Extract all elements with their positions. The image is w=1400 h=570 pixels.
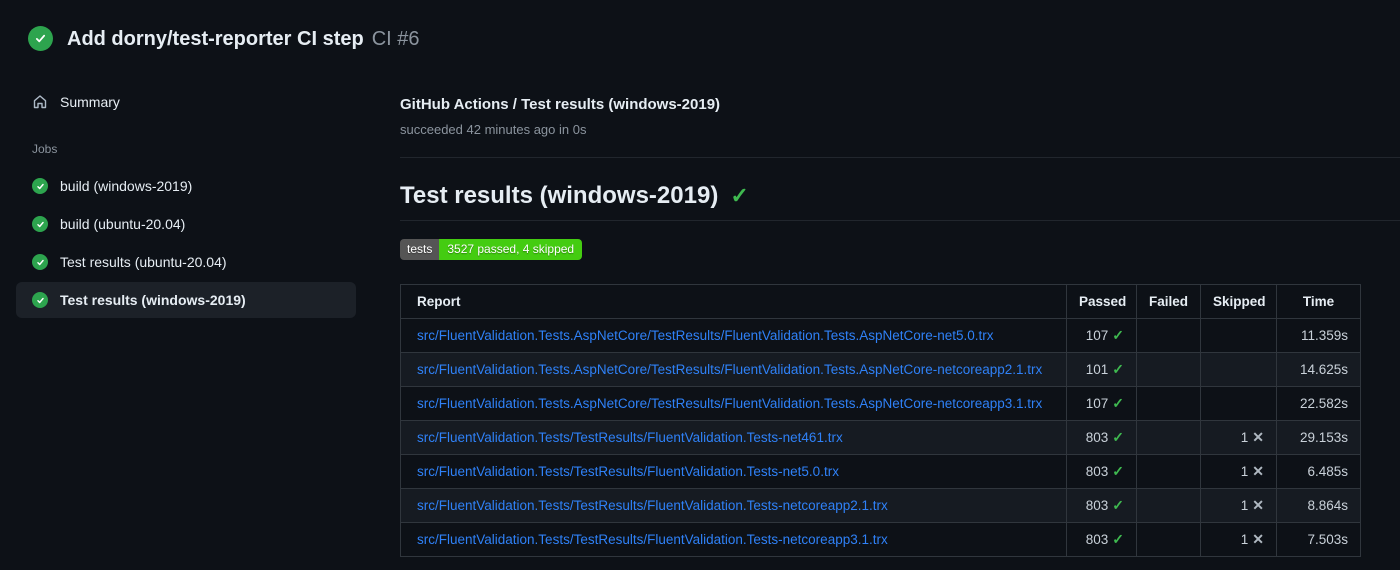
- skipped-count: [1200, 352, 1277, 387]
- page-title: Add dorny/test-reporter CI step CI #6: [67, 27, 420, 51]
- time-value: 29.153s: [1276, 420, 1361, 455]
- sidebar-item-build-windows-2019[interactable]: build (windows-2019): [16, 168, 356, 204]
- badge-label: tests: [400, 239, 440, 260]
- time-value: 7.503s: [1276, 522, 1361, 557]
- table-row: src/FluentValidation.Tests/TestResults/F…: [400, 454, 1361, 489]
- time-value: 8.864s: [1276, 488, 1361, 523]
- jobs-section-label: Jobs: [32, 142, 58, 156]
- time-value: 11.359s: [1276, 318, 1361, 353]
- sidebar-item-test-results-windows-2019[interactable]: Test results (windows-2019): [16, 282, 356, 318]
- success-check-circle-icon: [28, 26, 53, 51]
- x-icon: ✕: [1252, 531, 1264, 547]
- column-header-report: Report: [400, 284, 1067, 319]
- skipped-count: [1200, 386, 1277, 421]
- divider: [400, 157, 1400, 158]
- skipped-count: [1200, 318, 1277, 353]
- report-link[interactable]: src/FluentValidation.Tests.AspNetCore/Te…: [417, 328, 994, 343]
- passed-count: 101: [1085, 362, 1109, 377]
- heading-check-icon: ✓: [730, 183, 749, 208]
- job-success-icon: [32, 254, 48, 270]
- table-row: src/FluentValidation.Tests.AspNetCore/Te…: [400, 318, 1361, 353]
- x-icon: ✕: [1252, 497, 1264, 513]
- table-row: src/FluentValidation.Tests.AspNetCore/Te…: [400, 386, 1361, 421]
- run-header: Add dorny/test-reporter CI step CI #6: [28, 26, 420, 51]
- job-success-icon: [32, 178, 48, 194]
- report-link[interactable]: src/FluentValidation.Tests/TestResults/F…: [417, 430, 843, 445]
- check-icon: ✓: [1112, 395, 1124, 411]
- column-header-passed: Passed: [1066, 284, 1137, 319]
- passed-count: 107: [1085, 396, 1109, 411]
- table-header-row: Report Passed Failed Skipped Time: [400, 284, 1361, 319]
- job-success-icon: [32, 292, 48, 308]
- failed-count: [1136, 420, 1201, 455]
- check-icon: ✓: [1112, 361, 1124, 377]
- sidebar: Summary Jobs build (windows-2019) build …: [16, 84, 356, 318]
- job-label: build (windows-2019): [60, 178, 193, 194]
- results-heading-text: Test results (windows-2019): [400, 182, 719, 209]
- time-value: 6.485s: [1276, 454, 1361, 489]
- check-icon: ✓: [1112, 497, 1124, 513]
- job-success-icon: [32, 216, 48, 232]
- home-icon: [32, 94, 48, 110]
- x-icon: ✕: [1252, 463, 1264, 479]
- results-table: Report Passed Failed Skipped Time src/Fl…: [400, 284, 1361, 557]
- sidebar-summary-label: Summary: [60, 94, 120, 110]
- failed-count: [1136, 386, 1201, 421]
- report-link[interactable]: src/FluentValidation.Tests/TestResults/F…: [417, 498, 888, 513]
- column-header-time: Time: [1276, 284, 1361, 319]
- sidebar-item-test-results-ubuntu-2004[interactable]: Test results (ubuntu-20.04): [16, 244, 356, 280]
- column-header-skipped: Skipped: [1200, 284, 1277, 319]
- job-label: build (ubuntu-20.04): [60, 216, 186, 232]
- report-link[interactable]: src/FluentValidation.Tests.AspNetCore/Te…: [417, 362, 1042, 377]
- check-icon: ✓: [1112, 463, 1124, 479]
- run-number: CI #6: [371, 27, 420, 50]
- table-row: src/FluentValidation.Tests/TestResults/F…: [400, 522, 1361, 557]
- passed-count: 803: [1085, 464, 1109, 479]
- report-link[interactable]: src/FluentValidation.Tests.AspNetCore/Te…: [417, 396, 1042, 411]
- passed-count: 803: [1085, 532, 1109, 547]
- table-row: src/FluentValidation.Tests/TestResults/F…: [400, 420, 1361, 455]
- passed-count: 803: [1085, 498, 1109, 513]
- job-label: Test results (windows-2019): [60, 292, 246, 308]
- failed-count: [1136, 488, 1201, 523]
- table-row: src/FluentValidation.Tests.AspNetCore/Te…: [400, 352, 1361, 387]
- time-value: 22.582s: [1276, 386, 1361, 421]
- column-header-failed: Failed: [1136, 284, 1201, 319]
- check-icon: ✓: [1112, 531, 1124, 547]
- run-title-text: Add dorny/test-reporter CI step: [67, 27, 364, 50]
- sidebar-item-build-ubuntu-2004[interactable]: build (ubuntu-20.04): [16, 206, 356, 242]
- passed-count: 803: [1085, 430, 1109, 445]
- table-row: src/FluentValidation.Tests/TestResults/F…: [400, 488, 1361, 523]
- sidebar-item-summary[interactable]: Summary: [16, 84, 356, 120]
- failed-count: [1136, 454, 1201, 489]
- passed-count: 107: [1085, 328, 1109, 343]
- badge-value: 3527 passed, 4 skipped: [439, 239, 583, 260]
- job-breadcrumb-title: GitHub Actions / Test results (windows-2…: [400, 96, 721, 113]
- skipped-count: 1: [1240, 532, 1249, 547]
- failed-count: [1136, 318, 1201, 353]
- job-label: Test results (ubuntu-20.04): [60, 254, 227, 270]
- skipped-count: 1: [1240, 498, 1249, 513]
- time-value: 14.625s: [1276, 352, 1361, 387]
- check-icon: ✓: [1112, 327, 1124, 343]
- failed-count: [1136, 352, 1201, 387]
- report-link[interactable]: src/FluentValidation.Tests/TestResults/F…: [417, 464, 839, 479]
- report-link[interactable]: src/FluentValidation.Tests/TestResults/F…: [417, 532, 888, 547]
- main-content: GitHub Actions / Test results (windows-2…: [400, 96, 1400, 557]
- skipped-count: 1: [1240, 430, 1249, 445]
- job-status-text: succeeded 42 minutes ago in 0s: [400, 122, 587, 137]
- skipped-count: 1: [1240, 464, 1249, 479]
- failed-count: [1136, 522, 1201, 557]
- x-icon: ✕: [1252, 429, 1264, 445]
- check-icon: ✓: [1112, 429, 1124, 445]
- tests-badge: tests 3527 passed, 4 skipped: [400, 239, 583, 260]
- results-heading: Test results (windows-2019) ✓: [400, 182, 1400, 221]
